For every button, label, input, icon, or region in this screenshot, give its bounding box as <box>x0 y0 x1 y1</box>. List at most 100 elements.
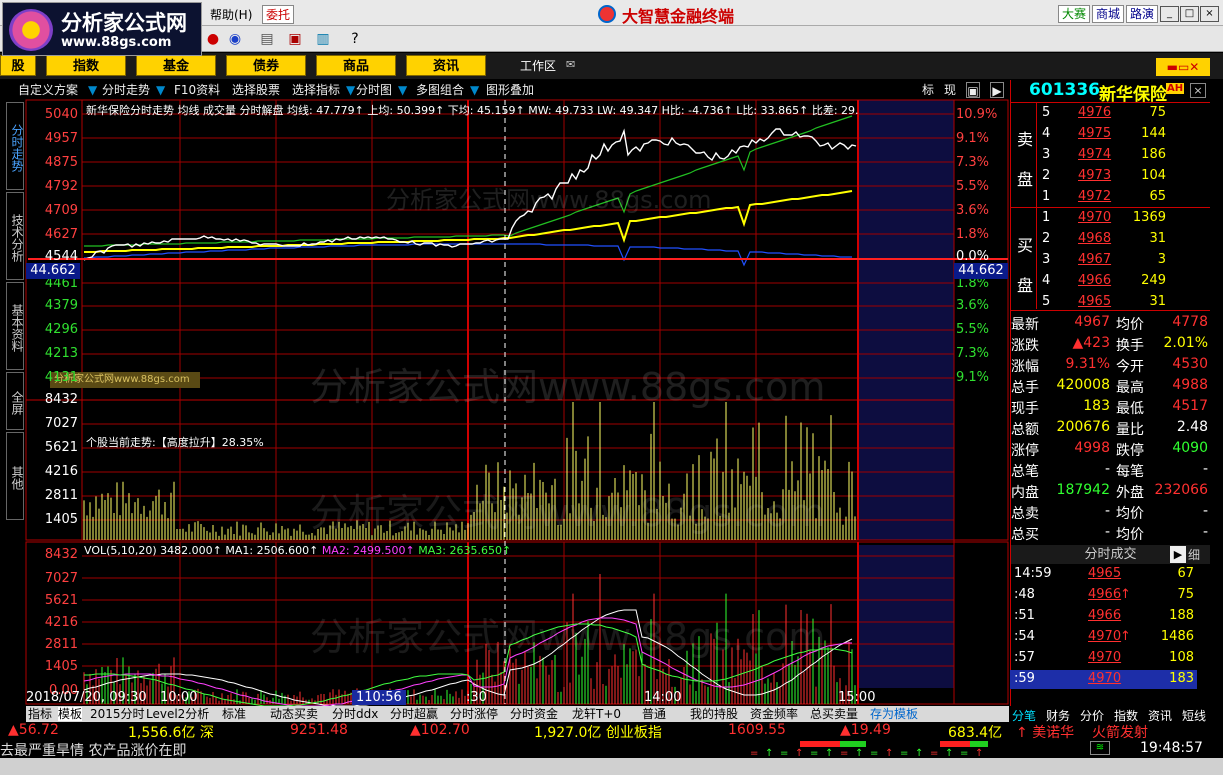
svg-text:↑: ↑ <box>945 748 953 758</box>
x-tick-1400: 14:00 <box>644 690 682 705</box>
buy-label-2: 盘 <box>1017 276 1034 295</box>
stat-key: 跌停 <box>1116 443 1144 459</box>
stat-value: 9.31% <box>1065 356 1110 372</box>
stat-key: 最低 <box>1116 401 1144 417</box>
vol-tick: 7027 <box>44 416 78 431</box>
ticker-g: ▲19.49 <box>840 722 891 738</box>
stat-value: 187942 <box>1056 482 1110 498</box>
bottom-tab[interactable]: 存为模板 <box>870 707 918 721</box>
tick-up-icon: ↑ <box>1120 629 1131 644</box>
pct-tick: 0.0% <box>956 249 990 264</box>
close-panel-icon[interactable]: × <box>1190 83 1206 98</box>
price-tick: 4957 <box>44 131 78 146</box>
bottom-tab[interactable]: 分时ddx <box>332 707 378 721</box>
bottom-tab[interactable]: 分时资金 <box>510 707 558 721</box>
vol-main: VOL(5,10,20) 3482.000↑ MA1: 2506.600↑ <box>84 544 319 557</box>
pct-tick: 10.9% <box>956 107 998 122</box>
buy-price[interactable]: 4966 <box>1078 273 1111 288</box>
buy-price[interactable]: 4967 <box>1078 252 1111 267</box>
stat-value: 4778 <box>1172 314 1208 330</box>
sell-label-1: 卖 <box>1017 130 1034 149</box>
buy-volume: 1369 <box>1132 210 1166 225</box>
sell-price[interactable]: 4973 <box>1078 168 1111 183</box>
price-tick: 4875 <box>44 155 78 170</box>
vol-ma3: MA3: 2635.650↑ <box>418 544 512 557</box>
ah-badge[interactable]: AH <box>1166 83 1185 94</box>
bottom-tab[interactable]: 2015分时 <box>90 707 145 721</box>
tick-time: 14:59 <box>1014 566 1052 581</box>
stat-key: 量比 <box>1116 422 1144 438</box>
pct-tick: 5.5% <box>956 179 990 194</box>
tick-price[interactable]: 4966 <box>1088 608 1121 623</box>
buy-label-1: 买 <box>1017 236 1034 255</box>
svg-text:=: = <box>960 748 968 758</box>
buy-price[interactable]: 4968 <box>1078 231 1111 246</box>
bottom-tab[interactable]: 龙轩T+0 <box>572 707 621 721</box>
play-icon[interactable]: ▶ <box>1170 546 1186 563</box>
sell-price[interactable]: 4974 <box>1078 147 1111 162</box>
bottom-tab[interactable]: 模板 <box>58 707 83 721</box>
logo-url: www.88gs.com <box>61 35 172 50</box>
chart-mini-icon[interactable]: ≋ <box>1090 741 1110 755</box>
price-tick: 4544 <box>44 249 78 264</box>
bottom-tab[interactable]: 普通 <box>642 707 666 721</box>
bottom-tab[interactable]: 分时超赢 <box>390 707 438 721</box>
sell-price[interactable]: 4972 <box>1078 189 1111 204</box>
vol-tick: 2811 <box>44 488 78 503</box>
sell-volume: 75 <box>1149 105 1166 120</box>
ticker-i: ↑ 美诺华 <box>1016 725 1075 741</box>
stat-key: 今开 <box>1116 359 1144 375</box>
bottom-tab[interactable]: Level2分析 <box>146 707 209 721</box>
stat-key: 涨跌 <box>1011 338 1039 354</box>
tick-price[interactable]: 4970 <box>1088 671 1121 686</box>
stat-key: 均价 <box>1116 317 1144 333</box>
tick-volume: 183 <box>1169 671 1194 686</box>
tick-time: :48 <box>1014 587 1035 602</box>
pct-tick: 9.1% <box>956 370 990 385</box>
stat-key: 最高 <box>1116 380 1144 396</box>
svg-text:↑: ↑ <box>975 748 983 758</box>
svg-text:↑: ↑ <box>795 748 803 758</box>
x-tick-1000: 10:00 <box>160 690 198 705</box>
vol2-tick: 8432 <box>44 547 78 562</box>
bottom-tab[interactable]: 总买卖量 <box>810 707 858 721</box>
sell-level: 3 <box>1042 147 1051 162</box>
bottom-tab[interactable]: 指标 <box>28 707 52 721</box>
tick-price[interactable]: 4966 <box>1088 587 1121 602</box>
status-bar <box>0 758 1223 775</box>
stock-code: 601336 <box>1029 80 1100 100</box>
buy-volume: 31 <box>1149 231 1166 246</box>
price-tick: 4792 <box>44 179 78 194</box>
bottom-tab[interactable]: 标准 <box>222 707 246 721</box>
logo: 分析家公式网 www.88gs.com <box>2 2 202 56</box>
watermark: 分析家公式网www.88gs.com <box>386 186 712 214</box>
buy-volume: 249 <box>1141 273 1166 288</box>
ticker-d: ▲102.70 <box>410 722 470 738</box>
stat-value: 4967 <box>1074 314 1110 330</box>
stat-key: 总笔 <box>1011 464 1039 480</box>
prev-close-label: 44.662 <box>26 263 80 279</box>
vol2-tick: 4216 <box>44 615 78 630</box>
ticker-j: 火箭发射 <box>1092 725 1148 741</box>
news-text[interactable]: 去最严重旱情 农产品涨价在即 <box>0 740 186 760</box>
bottom-tab[interactable]: 资金频率 <box>750 707 798 721</box>
tick-price[interactable]: 4965 <box>1088 566 1121 581</box>
buy-price[interactable]: 4965 <box>1078 294 1111 309</box>
bottom-tab[interactable]: 我的持股 <box>690 707 738 721</box>
stat-value: 2.48 <box>1176 419 1208 435</box>
pct-tick: 3.6% <box>956 203 990 218</box>
svg-text:↑: ↑ <box>825 748 833 758</box>
bottom-tab[interactable]: 动态买卖 <box>270 707 318 721</box>
ticks-detail[interactable]: 细 <box>1188 546 1200 563</box>
bottom-tab[interactable]: 分时涨停 <box>450 707 498 721</box>
trend-text: 个股当前走势:【高度拉升】28.35% <box>86 436 264 449</box>
buy-price[interactable]: 4970 <box>1078 210 1111 225</box>
stat-key: 最新 <box>1011 317 1039 333</box>
buy-level: 3 <box>1042 252 1051 267</box>
tick-price[interactable]: 4970 <box>1088 650 1121 665</box>
tick-price[interactable]: 4970 <box>1088 629 1121 644</box>
stat-value: 232066 <box>1154 482 1208 498</box>
sell-price[interactable]: 4976 <box>1078 105 1111 120</box>
sell-price[interactable]: 4975 <box>1078 126 1111 141</box>
pct-tick: 7.3% <box>956 155 990 170</box>
